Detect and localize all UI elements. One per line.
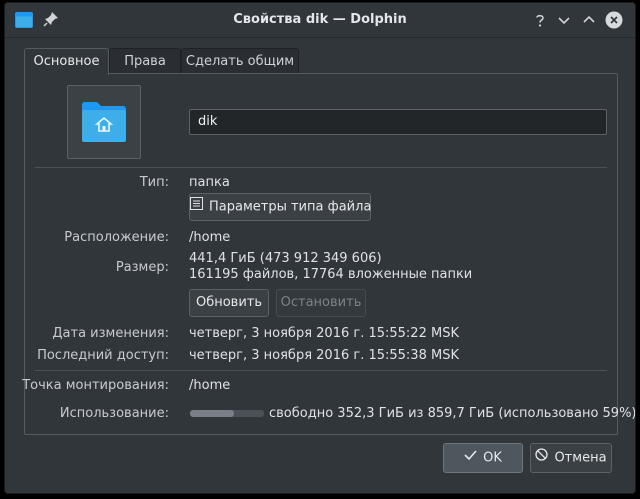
divider <box>35 370 607 371</box>
stop-button[interactable]: Остановить <box>276 289 366 317</box>
usage-label: Использование: <box>59 406 169 421</box>
location-label: Расположение: <box>64 230 169 245</box>
ok-label: OK <box>483 450 502 466</box>
properties-dialog: Свойства dik — Dolphin Основное Права Сд… <box>4 2 636 494</box>
tab-general[interactable]: Основное <box>24 48 109 75</box>
checkmark-icon <box>464 444 477 472</box>
close-icon[interactable] <box>605 11 623 29</box>
cancel-button[interactable]: Отмена <box>530 443 612 473</box>
divider <box>35 167 607 168</box>
refresh-button[interactable]: Обновить <box>189 289 269 317</box>
size-value: 441,4 ГиБ (473 912 349 606) <box>189 251 382 266</box>
minimize-icon[interactable] <box>555 11 573 29</box>
file-type-options-label: Параметры типа файла <box>209 199 372 215</box>
general-panel: dik Тип: папка Параметры типа файла Расп… <box>22 73 635 435</box>
folder-icon-button[interactable] <box>67 85 141 159</box>
size-details: 161195 файлов, 17764 вложенные папки <box>189 267 473 282</box>
tab-permissions[interactable]: Права <box>109 48 181 74</box>
cancel-icon <box>535 444 549 472</box>
file-type-options-button[interactable]: Параметры типа файла <box>189 193 371 221</box>
maximize-icon[interactable] <box>580 11 598 29</box>
accessed-label: Последний доступ: <box>37 348 169 363</box>
usage-bar <box>190 410 264 417</box>
file-type-icon <box>190 194 203 220</box>
type-label: Тип: <box>139 175 169 190</box>
tab-share[interactable]: Сделать общим <box>181 48 299 74</box>
accessed-value: четверг, 3 ноября 2016 г. 15:55:38 MSK <box>189 348 459 363</box>
mount-point-label: Точка монтирования: <box>22 378 169 393</box>
type-value: папка <box>189 175 230 190</box>
ok-button[interactable]: OK <box>443 443 523 473</box>
help-icon[interactable] <box>531 11 549 29</box>
modified-value: четверг, 3 ноября 2016 г. 15:55:22 MSK <box>189 326 459 341</box>
cancel-label: Отмена <box>554 450 607 466</box>
name-field[interactable]: dik <box>189 109 607 135</box>
mount-point-value: /home <box>189 378 231 393</box>
usage-text: свободно 352,3 ГиБ из 859,7 ГиБ (использ… <box>269 406 636 421</box>
location-value: /home <box>189 230 231 245</box>
modified-label: Дата изменения: <box>52 326 169 341</box>
size-label: Размер: <box>115 260 169 275</box>
titlebar: Свойства dik — Dolphin <box>5 3 635 38</box>
folder-home-icon <box>82 102 126 142</box>
usage-bar-fill <box>190 410 234 417</box>
